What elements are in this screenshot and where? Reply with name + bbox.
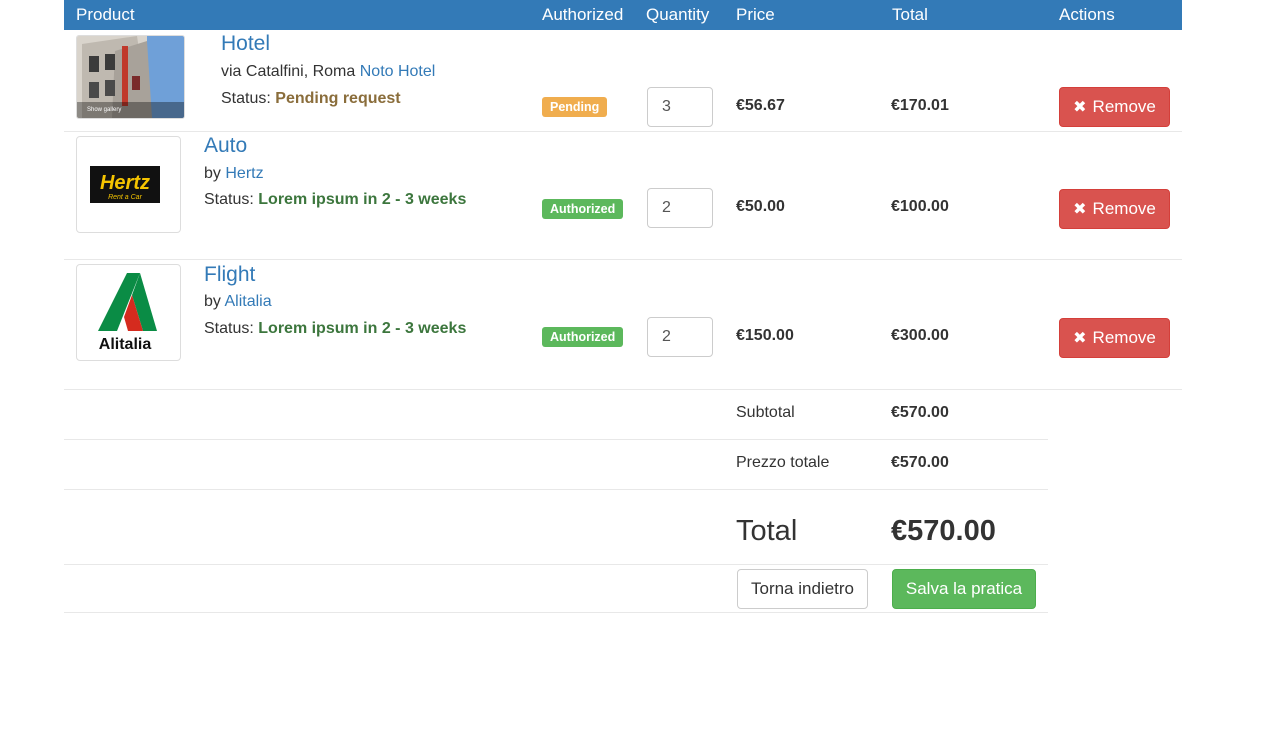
product-name-hotel[interactable]: Hotel: [221, 32, 270, 56]
back-button[interactable]: Torna indietro: [737, 569, 868, 609]
total-value: €170.01: [891, 97, 949, 114]
status-label: Status:: [204, 320, 254, 337]
remove-button[interactable]: ✖ Remove: [1059, 87, 1170, 127]
row-divider: [64, 389, 1182, 390]
gallery-caption: Show gallery: [87, 107, 121, 113]
product-name-auto[interactable]: Auto: [204, 134, 247, 158]
row-divider: [64, 489, 1048, 490]
price-value: €50.00: [736, 198, 785, 215]
status-value: Lorem ipsum in 2 - 3 weeks: [258, 191, 467, 208]
grand-total-value: €570.00: [891, 515, 996, 547]
row-divider: [64, 259, 1182, 260]
grand-total-label: Total: [736, 515, 798, 547]
status-value: Pending request: [275, 90, 401, 107]
status-value: Lorem ipsum in 2 - 3 weeks: [258, 320, 467, 337]
remove-button[interactable]: ✖ Remove: [1059, 318, 1170, 358]
product-provider: by Hertz: [204, 165, 264, 183]
product-status: Status: Pending request: [221, 90, 401, 108]
save-button[interactable]: Salva la pratica: [892, 569, 1036, 609]
product-address: via Catalfini, Roma Noto Hotel: [221, 63, 435, 81]
alitalia-logo-text: Alitalia: [99, 336, 152, 353]
row-divider: [64, 612, 1048, 613]
price-value: €150.00: [736, 327, 794, 344]
total-value: €300.00: [891, 327, 949, 344]
header-price: Price: [736, 5, 775, 24]
remove-label: Remove: [1092, 199, 1156, 218]
provider-prefix: by: [204, 293, 221, 310]
status-label: Status:: [204, 191, 254, 208]
hertz-logo: Hertz Rent a Car: [90, 166, 160, 203]
provider-prefix: by: [204, 165, 221, 182]
price-value: €56.67: [736, 97, 785, 114]
table-header: Product Authorized Quantity Price Total …: [64, 0, 1182, 30]
prezzo-totale-value: €570.00: [891, 454, 949, 471]
times-icon: ✖: [1073, 201, 1087, 218]
row-divider: [64, 564, 1048, 565]
product-status: Status: Lorem ipsum in 2 - 3 weeks: [204, 320, 466, 338]
times-icon: ✖: [1073, 330, 1087, 347]
quantity-input[interactable]: [647, 188, 713, 228]
header-actions: Actions: [1059, 5, 1115, 24]
product-provider: by Alitalia: [204, 293, 272, 311]
status-badge: Pending: [542, 97, 608, 117]
subtotal-value: €570.00: [891, 404, 949, 421]
hertz-link[interactable]: Hertz: [225, 165, 263, 182]
row-divider: [64, 439, 1048, 440]
hotel-link[interactable]: Noto Hotel: [360, 63, 436, 80]
status-badge: Authorized: [542, 199, 624, 219]
quantity-input[interactable]: [647, 87, 713, 127]
address-text: via Catalfini, Roma: [221, 63, 356, 80]
hertz-thumbnail[interactable]: Hertz Rent a Car: [76, 136, 181, 233]
alitalia-logo: Alitalia: [98, 273, 157, 353]
total-value: €100.00: [891, 198, 949, 215]
header-total: Total: [892, 5, 928, 24]
status-label: Status:: [221, 90, 271, 107]
header-authorized: Authorized: [542, 5, 624, 24]
header-quantity: Quantity: [646, 5, 710, 24]
remove-label: Remove: [1092, 97, 1156, 116]
hertz-logo-text: Hertz: [100, 172, 150, 194]
alitalia-thumbnail[interactable]: Alitalia: [76, 264, 181, 361]
times-icon: ✖: [1073, 99, 1087, 116]
hertz-logo-subtext: Rent a Car: [108, 194, 143, 201]
status-badge: Authorized: [542, 327, 624, 347]
product-status: Status: Lorem ipsum in 2 - 3 weeks: [204, 191, 466, 209]
quantity-input[interactable]: [647, 317, 713, 357]
row-divider: [64, 131, 1182, 132]
hotel-thumbnail[interactable]: Show gallery: [76, 35, 185, 119]
remove-button[interactable]: ✖ Remove: [1059, 189, 1170, 229]
header-product: Product: [76, 5, 135, 24]
subtotal-label: Subtotal: [736, 404, 795, 421]
hotel-image: Show gallery: [77, 36, 184, 118]
alitalia-link[interactable]: Alitalia: [224, 293, 271, 310]
remove-label: Remove: [1092, 328, 1156, 347]
prezzo-totale-label: Prezzo totale: [736, 454, 830, 471]
product-name-flight[interactable]: Flight: [204, 263, 255, 287]
